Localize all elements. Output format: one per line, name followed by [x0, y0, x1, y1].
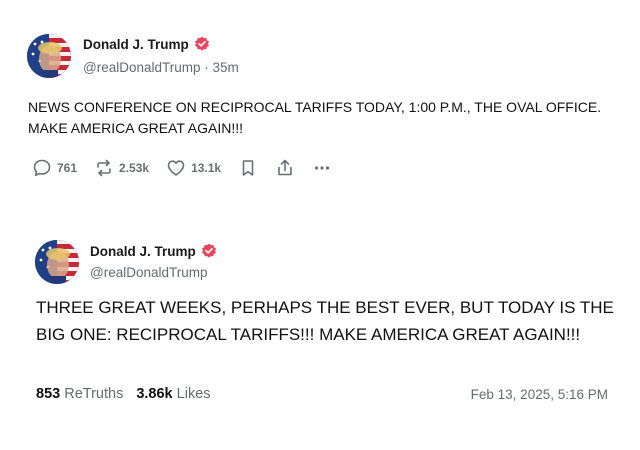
verified-badge-icon [201, 243, 217, 259]
ellipsis-icon [314, 166, 330, 170]
repost-arrows-icon [97, 159, 111, 177]
handle-row: @realDonaldTrump [90, 265, 208, 280]
verified-badge-icon [194, 36, 210, 52]
author-name[interactable]: Donald J. Trump [83, 37, 189, 52]
likes-count: 3.86k [136, 386, 173, 402]
reply-button[interactable]: 761 [32, 158, 77, 178]
retruth-count: 2.53k [119, 161, 150, 175]
retruths-stat[interactable]: 853 ReTruths [36, 386, 123, 402]
handle-row: @realDonaldTrump · 35m [83, 60, 239, 75]
like-count: 13.1k [191, 161, 222, 175]
post-text: THREE GREAT WEEKS, PERHAPS THE BEST EVER… [36, 298, 614, 344]
bookmark-button[interactable] [238, 158, 258, 178]
separator-dot: · [204, 60, 209, 75]
avatar-image [35, 240, 79, 284]
author-handle[interactable]: @realDonaldTrump [83, 60, 201, 75]
likes-stat[interactable]: 3.86k Likes [136, 386, 210, 402]
avatar-image [27, 34, 71, 78]
retruth-button[interactable]: 2.53k [94, 158, 149, 178]
likes-label: Likes [176, 386, 211, 402]
post-timestamp[interactable]: Feb 13, 2025, 5:16 PM [471, 387, 608, 402]
share-upload-icon [278, 159, 292, 176]
retruths-label: ReTruths [64, 386, 124, 402]
post-time[interactable]: 35m [213, 60, 239, 75]
engagement-stats: 853 ReTruths 3.86k Likes [36, 386, 211, 402]
reply-count: 761 [57, 161, 78, 175]
post-text: NEWS CONFERENCE ON RECIPROCAL TARIFFS TO… [28, 99, 602, 136]
bookmark-icon [242, 160, 254, 176]
action-bar: 761 2.53k 13.1k [32, 158, 349, 178]
author-name[interactable]: Donald J. Trump [90, 244, 196, 259]
share-button[interactable] [275, 158, 295, 178]
avatar[interactable] [35, 240, 79, 284]
like-button[interactable]: 13.1k [166, 158, 221, 178]
avatar[interactable] [27, 34, 71, 78]
author-handle[interactable]: @realDonaldTrump [90, 265, 208, 280]
heart-icon [167, 160, 185, 176]
more-options-button[interactable] [312, 158, 332, 178]
speech-bubble-icon [33, 159, 51, 177]
retruths-count: 853 [36, 386, 61, 402]
